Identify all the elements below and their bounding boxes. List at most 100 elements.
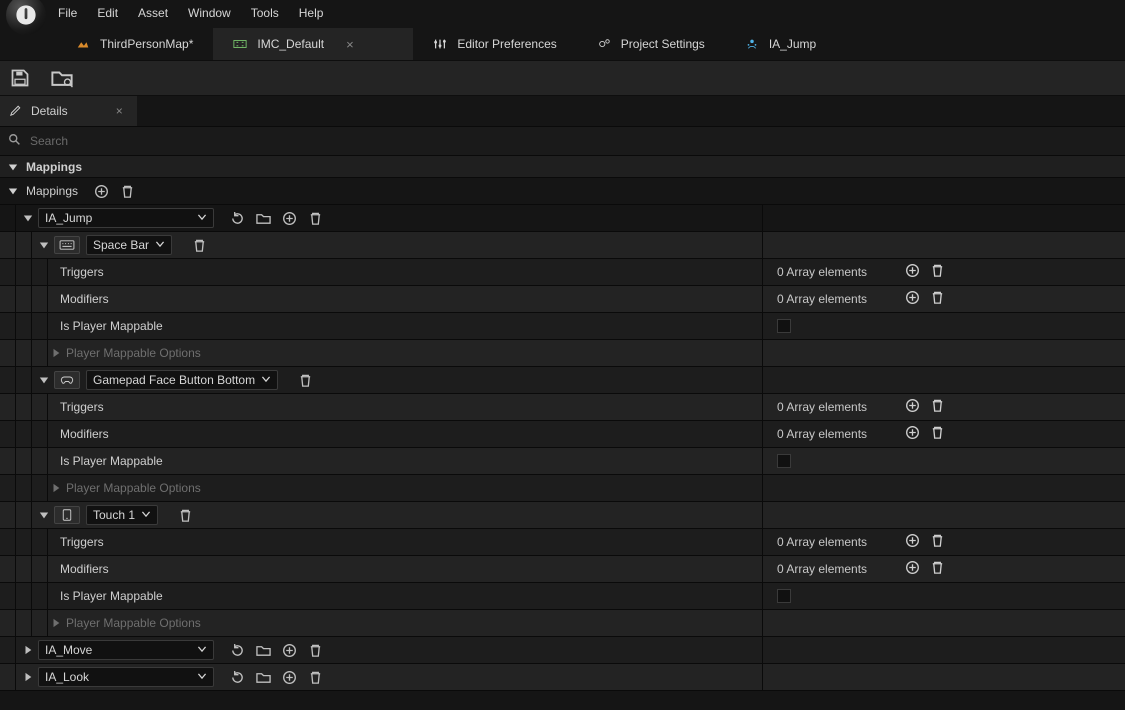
tab-label: ThirdPersonMap* <box>100 37 193 51</box>
expand-icon[interactable] <box>38 509 50 521</box>
property-modifiers: Modifiers 0 Array elements <box>0 556 1125 583</box>
gears-icon <box>597 37 611 51</box>
category-label: Mappings <box>26 160 82 174</box>
category-mappings[interactable]: Mappings <box>0 156 1125 178</box>
menu-file[interactable]: File <box>58 6 77 20</box>
expand-icon[interactable] <box>22 644 34 656</box>
expand-icon[interactable] <box>50 617 62 629</box>
add-icon[interactable] <box>280 641 298 659</box>
clear-icon[interactable] <box>930 425 945 443</box>
mappings-label: Mappings <box>26 184 78 198</box>
close-icon[interactable]: × <box>346 37 354 52</box>
menu-asset[interactable]: Asset <box>138 6 168 20</box>
browse-icon[interactable] <box>254 668 272 686</box>
expand-icon[interactable] <box>38 374 50 386</box>
delete-icon[interactable] <box>306 668 324 686</box>
browse-button[interactable] <box>50 66 74 90</box>
tab-label: IA_Jump <box>769 37 816 51</box>
touch-icon[interactable] <box>54 506 80 524</box>
tab-project-settings[interactable]: Project Settings <box>577 28 725 60</box>
tab-editor-preferences[interactable]: Editor Preferences <box>413 28 576 60</box>
reset-icon[interactable] <box>228 641 246 659</box>
add-icon[interactable] <box>280 668 298 686</box>
keyboard-icon[interactable] <box>54 236 80 254</box>
binding-row-touch: Touch 1 <box>0 502 1125 529</box>
add-icon[interactable] <box>905 425 920 443</box>
action-row-ia-look: IA_Look <box>0 664 1125 691</box>
expand-icon[interactable] <box>22 212 34 224</box>
property-player-mappable-options: Player Mappable Options <box>0 610 1125 637</box>
expand-icon[interactable] <box>38 239 50 251</box>
property-is-player-mappable: Is Player Mappable <box>0 583 1125 610</box>
delete-icon[interactable] <box>176 506 194 524</box>
add-icon[interactable] <box>905 290 920 308</box>
clear-icon[interactable] <box>930 290 945 308</box>
browse-icon[interactable] <box>254 209 272 227</box>
tab-ia-jump[interactable]: IA_Jump <box>725 28 836 60</box>
add-icon[interactable] <box>280 209 298 227</box>
search-icon <box>8 133 24 149</box>
document-tabs: ThirdPersonMap* IMC_Default × Editor Pre… <box>0 28 1125 60</box>
expand-icon[interactable] <box>50 347 62 359</box>
delete-icon[interactable] <box>306 209 324 227</box>
action-row-ia-move: IA_Move <box>0 637 1125 664</box>
clear-icon[interactable] <box>930 263 945 281</box>
panel-title: Details <box>31 104 68 118</box>
key-selector[interactable]: Touch 1 <box>86 505 158 525</box>
checkbox[interactable] <box>777 319 791 333</box>
key-selector[interactable]: Space Bar <box>86 235 172 255</box>
expand-icon <box>8 162 18 172</box>
clear-icon[interactable] <box>930 398 945 416</box>
action-row-ia-jump: IA_Jump <box>0 205 1125 232</box>
reset-icon[interactable] <box>228 668 246 686</box>
expand-icon[interactable] <box>50 482 62 494</box>
clear-icon[interactable] <box>930 560 945 578</box>
chevron-down-icon <box>155 238 165 252</box>
add-icon[interactable] <box>905 533 920 551</box>
action-selector[interactable]: IA_Look <box>38 667 214 687</box>
property-modifiers: Modifiers 0 Array elements <box>0 286 1125 313</box>
delete-icon[interactable] <box>306 641 324 659</box>
delete-icon[interactable] <box>296 371 314 389</box>
panel-header: Details × <box>0 96 1125 126</box>
search-input[interactable] <box>30 134 1117 148</box>
tab-label: Project Settings <box>621 37 705 51</box>
property-player-mappable-options: Player Mappable Options <box>0 340 1125 367</box>
tab-thirdpersonmap[interactable]: ThirdPersonMap* <box>56 28 213 60</box>
delete-icon[interactable] <box>190 236 208 254</box>
menu-help[interactable]: Help <box>299 6 324 20</box>
reset-icon[interactable] <box>228 209 246 227</box>
save-button[interactable] <box>8 66 32 90</box>
property-modifiers: Modifiers 0 Array elements <box>0 421 1125 448</box>
property-triggers: Triggers 0 Array elements <box>0 394 1125 421</box>
checkbox[interactable] <box>777 589 791 603</box>
gamepad-icon[interactable] <box>54 371 80 389</box>
action-name: IA_Jump <box>45 211 92 225</box>
menu-edit[interactable]: Edit <box>97 6 118 20</box>
toolbar <box>0 60 1125 96</box>
sliders-icon <box>433 37 447 51</box>
search-row <box>0 126 1125 156</box>
expand-icon[interactable] <box>22 671 34 683</box>
property-triggers: Triggers 0 Array elements <box>0 529 1125 556</box>
checkbox[interactable] <box>777 454 791 468</box>
clear-icon[interactable] <box>930 533 945 551</box>
details-tab[interactable]: Details × <box>0 96 137 126</box>
menu-tools[interactable]: Tools <box>251 6 279 20</box>
clear-icon[interactable] <box>118 182 136 200</box>
expand-icon[interactable] <box>8 186 18 196</box>
add-icon[interactable] <box>92 182 110 200</box>
key-selector[interactable]: Gamepad Face Button Bottom <box>86 370 278 390</box>
chevron-down-icon <box>197 643 207 657</box>
action-selector[interactable]: IA_Move <box>38 640 214 660</box>
tab-imc-default[interactable]: IMC_Default × <box>213 28 413 60</box>
add-icon[interactable] <box>905 560 920 578</box>
mappings-header: Mappings <box>0 178 1125 205</box>
chevron-down-icon <box>197 211 207 225</box>
add-icon[interactable] <box>905 263 920 281</box>
close-icon[interactable]: × <box>116 104 123 118</box>
browse-icon[interactable] <box>254 641 272 659</box>
add-icon[interactable] <box>905 398 920 416</box>
menu-window[interactable]: Window <box>188 6 231 20</box>
action-selector[interactable]: IA_Jump <box>38 208 214 228</box>
